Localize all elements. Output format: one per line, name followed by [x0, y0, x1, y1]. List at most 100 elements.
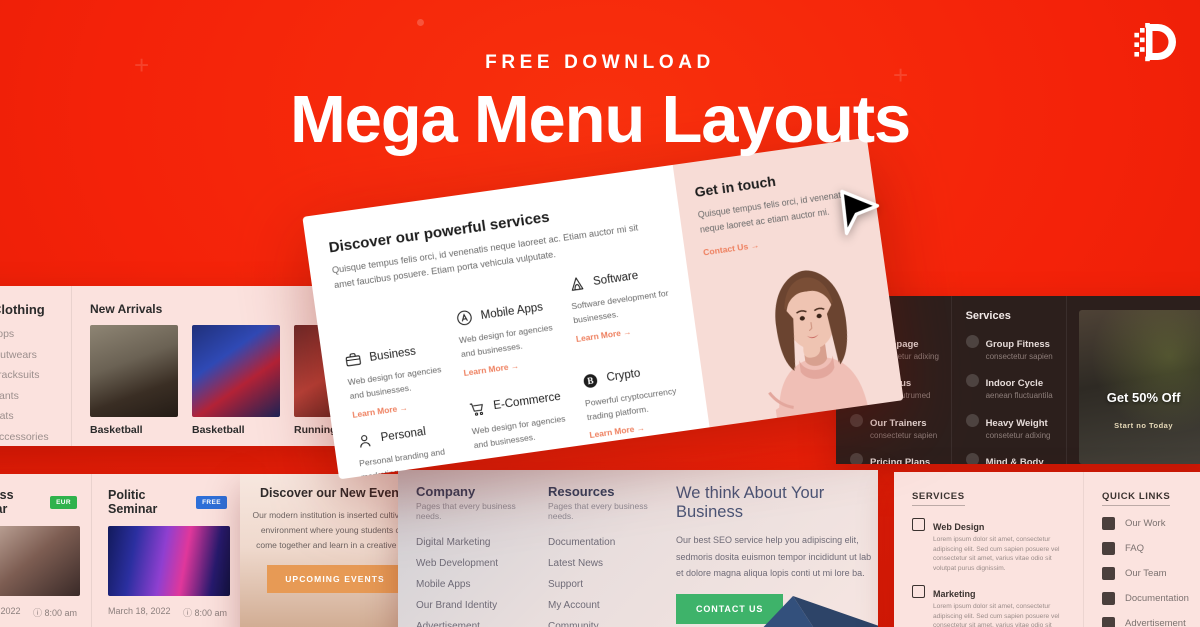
- service-ecommerce[interactable]: E-Commerce Web design for agencies and b…: [468, 387, 578, 468]
- fitness-service-item[interactable]: Heavy Weight consetetur adixing: [965, 413, 1067, 441]
- quick-link-label: Our Team: [1125, 568, 1167, 579]
- clothing-link[interactable]: Pants: [0, 390, 71, 402]
- seminar-date: March 18, 2022: [0, 606, 21, 616]
- quick-link-item[interactable]: FAQ: [1102, 542, 1200, 555]
- service-crypto[interactable]: B Crypto Powerful cryptocurrency trading…: [581, 359, 691, 440]
- footer-link[interactable]: Digital Marketing: [416, 537, 530, 548]
- brand-logo-icon: [1134, 23, 1176, 62]
- yoga-icon: [965, 453, 979, 464]
- product-image: [90, 325, 178, 417]
- item-sub: consectetur sapien: [870, 430, 938, 440]
- fitness-promo-banner[interactable]: Get 50% Off Start no Today: [1079, 310, 1200, 464]
- clothing-link[interactable]: Tops: [0, 328, 71, 340]
- weight-icon: [965, 413, 979, 427]
- service-software[interactable]: Software Software development for busine…: [567, 263, 677, 344]
- status-badge: FREE: [196, 495, 227, 509]
- briefcase-icon: [345, 353, 362, 367]
- chart-icon: [912, 585, 925, 599]
- service-item[interactable]: Marketing Lorem ipsum dolor sit amet, co…: [912, 584, 1073, 627]
- seminar-header: Politic Seminar FREE: [108, 488, 227, 516]
- footer-link[interactable]: Our Brand Identity: [416, 600, 530, 611]
- quick-link-item[interactable]: Our Work: [1102, 517, 1200, 530]
- service-desc: Lorem ipsum dolor sit amet, consectetur …: [933, 603, 1060, 627]
- seminar-card[interactable]: Business Seminar EUR March 18, 2022 ⓘ 8:…: [0, 474, 92, 627]
- seminar-date-row: March 18, 2022 ⓘ 8:00 am: [0, 606, 77, 619]
- product-spacer: [192, 302, 280, 316]
- footer-mega-menu-mockup: Company Pages that every business needs.…: [398, 470, 878, 627]
- clothing-link[interactable]: Accessories: [0, 431, 71, 443]
- footer-column-company: Company Pages that every business needs.…: [398, 484, 530, 627]
- fitness-service-item[interactable]: Indoor Cycle aenean fluctuantila: [965, 373, 1067, 401]
- dot-decoration: [417, 19, 424, 26]
- service-name: Software: [592, 269, 639, 288]
- item-title: Group Fitness: [985, 339, 1050, 350]
- upcoming-events-button[interactable]: UPCOMING EVENTS: [267, 564, 403, 593]
- footer-link[interactable]: My Account: [548, 600, 662, 611]
- mega-menu-services-panel: Discover our powerful services Quisque t…: [302, 165, 709, 480]
- promo-title: We think About Your Business: [676, 484, 825, 521]
- promo-glow: [1079, 310, 1200, 464]
- footer-link[interactable]: Documentation: [548, 537, 662, 548]
- service-desc: Lorem ipsum dolor sit amet, consectetur …: [933, 536, 1060, 572]
- status-badge: EUR: [50, 495, 77, 509]
- seminar-time: ⓘ 8:00 am: [32, 608, 77, 618]
- clothing-link[interactable]: Hats: [0, 410, 71, 422]
- column-heading: Company: [416, 484, 476, 499]
- bike-icon: [965, 374, 979, 388]
- item-title: Our Trainers: [870, 417, 927, 429]
- quick-link-label: Documentation: [1125, 593, 1189, 604]
- services-heading: SERVICES: [912, 491, 965, 506]
- footer-link[interactable]: Latest News: [548, 558, 662, 569]
- bullet-icon: [850, 413, 863, 427]
- service-business[interactable]: Business Web design for agencies and bus…: [344, 339, 454, 420]
- clothing-links-column: Clothing Tops Outwears Tracksuits Pants …: [0, 286, 72, 446]
- fitness-page-item[interactable]: Our Trainers consectetur sapien: [850, 413, 951, 441]
- quick-link-label: FAQ: [1125, 543, 1145, 554]
- quick-link-item[interactable]: Advertisement: [1102, 617, 1200, 627]
- column-subtitle: Pages that every business needs.: [416, 501, 516, 521]
- hero-text-block: FREE DOWNLOAD Mega Menu Layouts: [0, 52, 1200, 153]
- service-name: E-Commerce: [492, 391, 562, 413]
- app-icon: [457, 310, 472, 326]
- item-sub: consetetur adixing: [985, 430, 1051, 440]
- product-card[interactable]: Basketball: [192, 302, 280, 446]
- footer-link[interactable]: Web Development: [416, 558, 530, 569]
- item-title: Mind & Body: [985, 457, 1044, 464]
- cart-icon: [469, 403, 484, 416]
- item-title: Indoor Cycle: [985, 378, 1044, 390]
- product-card[interactable]: New Arrivals Basketball: [90, 302, 178, 446]
- briefcase-icon: [1102, 517, 1115, 530]
- promo-subtitle: Start no Today: [1114, 420, 1174, 430]
- hero-eyebrow: FREE DOWNLOAD: [485, 52, 715, 73]
- footer-link[interactable]: Support: [548, 579, 662, 590]
- fitness-page-item[interactable]: Pricing Plans aenean fluctuantila: [850, 452, 951, 464]
- portrait-photo: [768, 270, 869, 424]
- quick-link-label: Advertisement: [1125, 618, 1186, 627]
- quick-link-item[interactable]: Our Team: [1102, 567, 1200, 580]
- footer-link[interactable]: Mobile Apps: [416, 579, 530, 590]
- dumbbell-icon: [965, 335, 979, 348]
- product-image: [192, 325, 280, 417]
- service-title: Web Design: [933, 522, 985, 532]
- fitness-service-item[interactable]: Mind & Body euismod venenatis: [965, 452, 1067, 464]
- fitness-service-item[interactable]: Group Fitness consectetur sapien: [965, 334, 1067, 362]
- seminar-date: March 18, 2022: [108, 606, 171, 616]
- service-mobile-apps[interactable]: Mobile Apps Web design for agencies and …: [455, 297, 565, 378]
- footer-link[interactable]: Community: [548, 621, 662, 627]
- plus-decoration: +: [134, 50, 150, 80]
- clothing-title: Clothing: [0, 302, 45, 317]
- clothing-link[interactable]: Outwears: [0, 349, 71, 361]
- seminar-card[interactable]: Politic Seminar FREE March 18, 2022 ⓘ 8:…: [92, 474, 242, 627]
- seminar-image: [108, 526, 230, 596]
- clothing-link[interactable]: Tracksuits: [0, 369, 71, 381]
- item-sub: aenean fluctuantila: [985, 391, 1053, 401]
- services-column-1: Business Web design for agencies and bus…: [338, 295, 468, 479]
- ad-icon: [1102, 617, 1115, 627]
- promo-body: Our modern institution is inserted culti…: [252, 510, 418, 550]
- footer-link[interactable]: Advertisement: [416, 621, 530, 627]
- quick-link-item[interactable]: Documentation: [1102, 592, 1200, 605]
- service-item[interactable]: Web Design Lorem ipsum dolor sit amet, c…: [912, 517, 1073, 573]
- document-icon: [1102, 592, 1115, 605]
- footer-column-resources: Resources Pages that every business need…: [530, 484, 662, 627]
- service-name: Crypto: [605, 367, 642, 385]
